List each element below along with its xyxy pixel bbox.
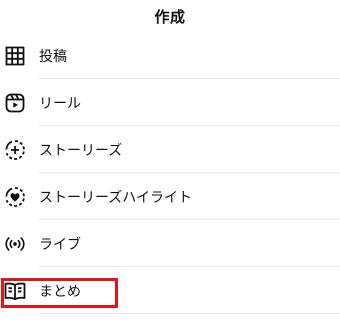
page-title: 作成	[154, 7, 186, 26]
menu-item-label: リール	[39, 95, 81, 112]
menu-item-stories[interactable]: ストーリーズ	[0, 126, 340, 173]
live-icon	[4, 233, 26, 255]
create-menu: 投稿 リール ストーリーズ ストーリーズハイライト ライブ まとめ	[0, 32, 340, 314]
menu-item-label: ストーリーズ	[39, 142, 123, 159]
story-highlight-heart-icon	[4, 186, 26, 208]
reels-icon	[4, 92, 26, 114]
menu-item-label: 投稿	[39, 48, 67, 65]
page-header: 作成	[0, 0, 340, 32]
menu-item-live[interactable]: ライブ	[0, 220, 340, 267]
guide-book-icon	[4, 280, 26, 302]
menu-item-post[interactable]: 投稿	[0, 32, 340, 79]
grid-icon	[4, 45, 26, 67]
divider	[39, 313, 340, 314]
menu-item-guides[interactable]: まとめ	[0, 267, 340, 314]
story-add-icon	[4, 139, 26, 161]
menu-item-label: まとめ	[39, 283, 81, 300]
menu-item-story-highlights[interactable]: ストーリーズハイライト	[0, 173, 340, 220]
menu-item-label: ライブ	[39, 236, 81, 253]
menu-item-label: ストーリーズハイライト	[39, 189, 193, 206]
menu-item-reels[interactable]: リール	[0, 79, 340, 126]
